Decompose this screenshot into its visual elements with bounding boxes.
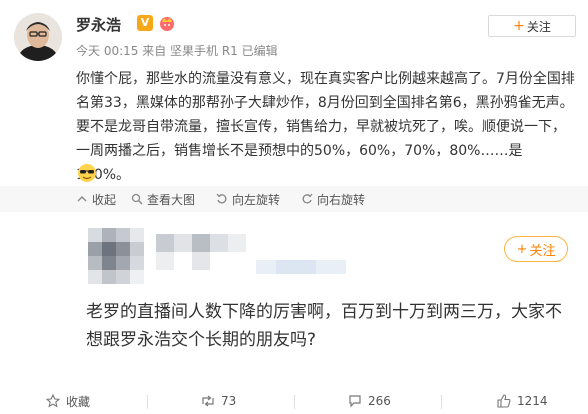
post-meta: 今天 00:15 来自 坚果手机 R1 已编辑 <box>76 44 278 58</box>
rotate-left-label: 向左旋转 <box>232 192 281 207</box>
author-name[interactable]: 罗永浩 <box>76 14 121 35</box>
repost-icon <box>202 395 214 407</box>
view-large-button[interactable]: 查看大图 <box>131 186 195 212</box>
plus-icon: + <box>513 18 525 34</box>
action-bar: 收藏 73 266 1214 <box>0 388 588 414</box>
rotate-right-icon <box>302 193 313 204</box>
quoted-image[interactable]: + 关注 老罗的直播间人数下降的厉害啊，百万到十万到两三万，大家不想跟罗永浩交个… <box>76 218 576 388</box>
blurred-username <box>156 230 356 280</box>
blurred-avatar <box>88 228 144 284</box>
collect-label: 收藏 <box>66 394 91 409</box>
plus-icon: + <box>516 241 528 257</box>
verified-badge-icon: V <box>137 15 153 31</box>
rotate-right-button[interactable]: 向右旋转 <box>301 186 365 212</box>
avatar[interactable] <box>14 13 62 61</box>
repost-count: 73 <box>221 394 237 408</box>
comment-button[interactable]: 266 <box>348 388 391 414</box>
follow-label: 关注 <box>526 19 551 34</box>
follow-button[interactable]: + 关注 <box>488 15 576 37</box>
post-text: 你懂个屁，那些水的流量没有意义，现在真实客户比例越来越高了。7月份全国排名第33… <box>76 71 575 183</box>
like-button[interactable]: 1214 <box>497 388 548 414</box>
comment-icon <box>349 395 361 408</box>
collapse-button[interactable]: 收起 <box>76 186 116 212</box>
rotate-left-icon <box>216 193 227 204</box>
sunglasses-emoji-icon <box>77 163 97 183</box>
comment-count: 266 <box>368 394 391 408</box>
star-icon <box>46 394 60 408</box>
collapse-label: 收起 <box>92 192 117 207</box>
divider <box>294 395 295 409</box>
image-toolbar: 收起 查看大图 向左旋转 向右旋转 <box>0 186 588 212</box>
collect-button[interactable]: 收藏 <box>46 388 90 414</box>
collapse-icon <box>77 196 87 202</box>
rotate-left-button[interactable]: 向左旋转 <box>216 186 280 212</box>
repost-button[interactable]: 73 <box>201 388 236 414</box>
quoted-text: 老罗的直播间人数下降的厉害啊，百万到十万到两三万，大家不想跟罗永浩交个长期的朋友… <box>86 302 562 350</box>
post-header: 罗永浩 V 今天 00:15 来自 坚果手机 R1 已编辑 + 关注 <box>14 13 576 61</box>
magnifier-icon <box>131 193 143 205</box>
divider <box>441 395 442 409</box>
like-count: 1214 <box>517 394 548 408</box>
quote-follow-label: 关注 <box>529 243 556 259</box>
thumbs-up-icon <box>497 394 511 408</box>
crown-icon <box>158 14 176 32</box>
divider <box>147 395 148 409</box>
view-large-label: 查看大图 <box>147 192 196 207</box>
quote-follow-button: + 关注 <box>504 236 568 262</box>
rotate-right-label: 向右旋转 <box>317 192 366 207</box>
